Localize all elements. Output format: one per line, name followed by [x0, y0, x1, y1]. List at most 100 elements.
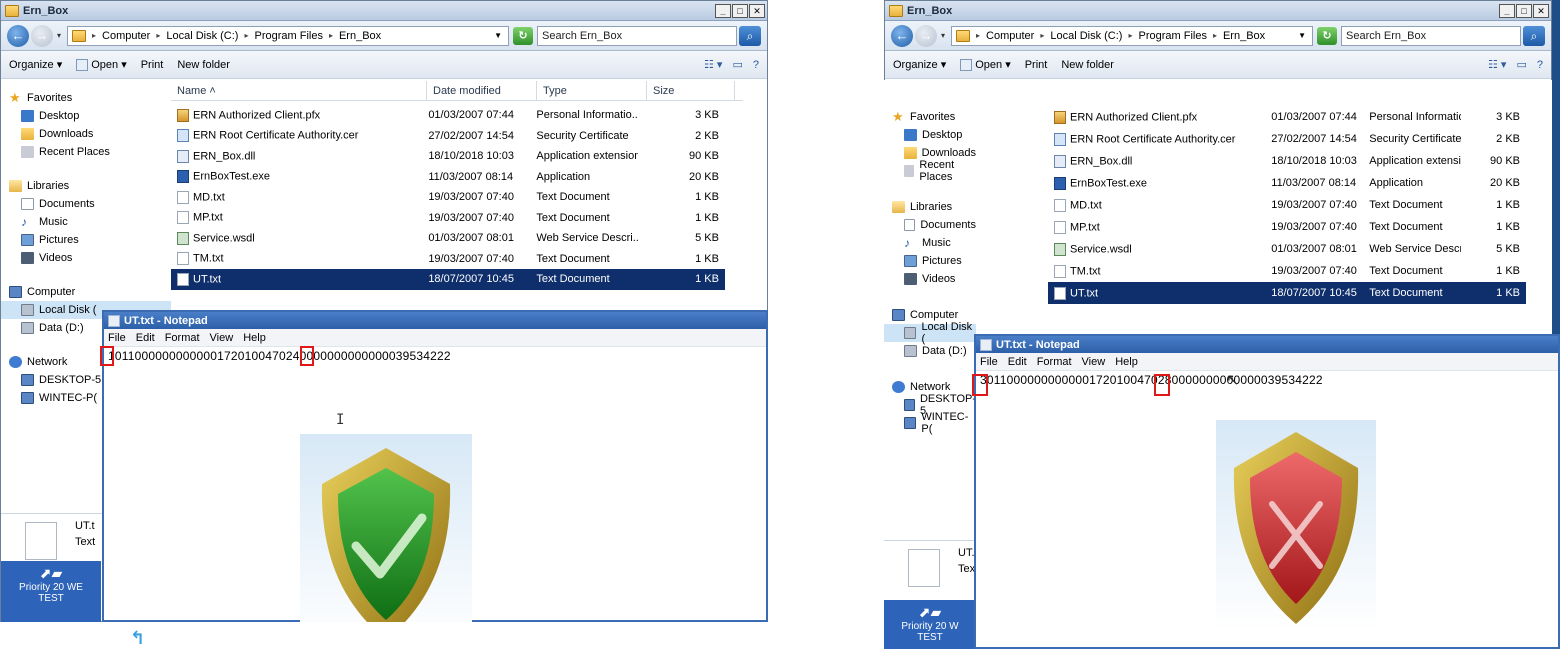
breadcrumb[interactable]: ▸ Computer ▸ Local Disk (C:) ▸ Program F… — [951, 25, 1313, 46]
search-input[interactable]: Search Ern_Box — [537, 25, 737, 46]
preview-pane-icon[interactable]: ▭ — [732, 58, 742, 71]
new-folder-button[interactable]: New folder — [177, 59, 230, 71]
file-row[interactable]: ErnBoxTest.exe 11/03/2007 08:14 Applicatio… — [1048, 172, 1526, 194]
file-row[interactable]: MD.txt 19/03/2007 07:40 Text Document 1 KB — [171, 187, 725, 208]
breadcrumb-local-disk[interactable]: Local Disk (C:) — [1050, 30, 1122, 42]
nav-downloads[interactable]: Downloads — [1, 125, 171, 143]
notepad-text-area[interactable]: 1011000000000000172010047024000000000000… — [104, 347, 766, 365]
nav-pictures[interactable]: Pictures — [884, 252, 976, 270]
column-date-modified[interactable]: Date modified — [427, 80, 537, 101]
search-icon[interactable]: ⌕ — [739, 25, 761, 46]
file-row[interactable]: MP.txt 19/03/2007 07:40 Text Document 1 KB — [1048, 216, 1526, 238]
nav-documents[interactable]: Documents — [1, 195, 171, 213]
back-button[interactable]: ← — [891, 24, 913, 47]
organize-button[interactable]: Organize ▾ — [893, 58, 946, 71]
notepad-text-area[interactable]: 3011000000000000172010047028000000000000… — [976, 371, 1558, 389]
search-input[interactable]: Search Ern_Box — [1341, 25, 1521, 46]
breadcrumb-ern-box[interactable]: Ern_Box — [1223, 30, 1265, 42]
open-button[interactable]: Open ▾ — [76, 58, 127, 72]
nav-recent-places[interactable]: Recent Places — [884, 159, 976, 183]
menu-view[interactable]: View — [210, 332, 234, 344]
nav-libraries[interactable]: Libraries — [1, 177, 171, 195]
preview-pane-icon[interactable]: ▭ — [1516, 58, 1526, 71]
menu-edit[interactable]: Edit — [136, 332, 155, 344]
menu-format[interactable]: Format — [1037, 356, 1072, 368]
maximize-button[interactable]: □ — [732, 3, 748, 18]
nav-music[interactable]: ♪ Music — [1, 213, 171, 231]
print-button[interactable]: Print — [1025, 59, 1048, 71]
file-row[interactable]: UT.txt 18/07/2007 10:45 Text Document 1 KB — [1048, 282, 1526, 304]
maximize-button[interactable]: □ — [1516, 3, 1532, 18]
help-icon[interactable]: ? — [753, 59, 759, 71]
file-row[interactable]: Service.wsdl 01/03/2007 08:01 Web Service … — [171, 228, 725, 249]
history-dropdown-icon[interactable]: ▾ — [941, 31, 945, 40]
nav-favorites[interactable]: ★ Favorites — [884, 108, 976, 126]
help-icon[interactable]: ? — [1537, 59, 1543, 71]
close-button[interactable]: ✕ — [749, 3, 765, 18]
taskbar-shortcut[interactable]: ⬈▰ Priority 20 WE TEST — [1, 561, 101, 622]
file-row[interactable]: TM.txt 19/03/2007 07:40 Text Document 1 KB — [1048, 260, 1526, 282]
refresh-button[interactable]: ↻ — [513, 26, 533, 45]
file-row[interactable]: UT.txt 18/07/2007 10:45 Text Document 1 KB — [171, 269, 725, 290]
breadcrumb[interactable]: ▸ Computer ▸ Local Disk (C:) ▸ Program F… — [67, 25, 509, 46]
minimize-button[interactable]: _ — [715, 3, 731, 18]
forward-button[interactable]: → — [31, 24, 53, 47]
breadcrumb-program-files[interactable]: Program Files — [254, 30, 322, 42]
view-options-icon[interactable]: ☷ ▾ — [1488, 58, 1506, 71]
file-row[interactable]: ERN Root Certificate Authority.cer 27/02/… — [171, 126, 725, 147]
menu-file[interactable]: File — [108, 332, 126, 344]
menu-edit[interactable]: Edit — [1008, 356, 1027, 368]
nav-libraries[interactable]: Libraries — [884, 198, 976, 216]
nav-videos[interactable]: Videos — [884, 270, 976, 288]
nav-data-drive[interactable]: Data (D:) — [884, 342, 976, 360]
open-button[interactable]: Open ▾ — [960, 58, 1011, 72]
file-row[interactable]: Service.wsdl 01/03/2007 08:01 Web Service … — [1048, 238, 1526, 260]
menu-file[interactable]: File — [980, 356, 998, 368]
breadcrumb-program-files[interactable]: Program Files — [1138, 30, 1206, 42]
file-row[interactable]: MD.txt 19/03/2007 07:40 Text Document 1 KB — [1048, 194, 1526, 216]
menu-format[interactable]: Format — [165, 332, 200, 344]
nav-pictures[interactable]: Pictures — [1, 231, 171, 249]
menu-help[interactable]: Help — [243, 332, 266, 344]
forward-button[interactable]: → — [915, 24, 937, 47]
nav-favorites[interactable]: ★ Favorites — [1, 89, 171, 107]
search-icon[interactable]: ⌕ — [1523, 25, 1545, 46]
menu-help[interactable]: Help — [1115, 356, 1138, 368]
file-row[interactable]: ERN Authorized Client.pfx 01/03/2007 07:4… — [1048, 106, 1526, 128]
file-row[interactable]: ERN_Box.dll 18/10/2018 10:03 Application e… — [1048, 150, 1526, 172]
nav-wintec[interactable]: WINTEC-P( — [884, 411, 976, 435]
print-button[interactable]: Print — [141, 59, 164, 71]
column-type[interactable]: Type — [537, 80, 647, 101]
breadcrumb-computer[interactable]: Computer — [986, 30, 1034, 42]
view-options-icon[interactable]: ☷ ▾ — [704, 58, 722, 71]
address-dropdown-icon[interactable]: ▼ — [1298, 31, 1306, 40]
menu-view[interactable]: View — [1082, 356, 1106, 368]
history-dropdown-icon[interactable]: ▾ — [57, 31, 61, 40]
file-row[interactable]: ERN Root Certificate Authority.cer 27/02/… — [1048, 128, 1526, 150]
minimize-button[interactable]: _ — [1499, 3, 1515, 18]
breadcrumb-computer[interactable]: Computer — [102, 30, 150, 42]
column-name[interactable]: Name ˄ — [171, 80, 427, 101]
file-row[interactable]: ERN_Box.dll 18/10/2018 10:03 Application e… — [171, 146, 725, 167]
nav-desktop[interactable]: Desktop — [1, 107, 171, 125]
new-folder-button[interactable]: New folder — [1061, 59, 1114, 71]
nav-documents[interactable]: Documents — [884, 216, 976, 234]
taskbar-shortcut[interactable]: ⬈▰ Priority 20 W TEST — [884, 600, 976, 649]
address-dropdown-icon[interactable]: ▼ — [494, 31, 502, 40]
breadcrumb-local-disk[interactable]: Local Disk (C:) — [166, 30, 238, 42]
nav-music[interactable]: ♪ Music — [884, 234, 976, 252]
breadcrumb-ern-box[interactable]: Ern_Box — [339, 30, 381, 42]
refresh-button[interactable]: ↻ — [1317, 26, 1337, 45]
file-row[interactable]: ERN Authorized Client.pfx 01/03/2007 07:4… — [171, 105, 725, 126]
close-button[interactable]: ✕ — [1533, 3, 1549, 18]
nav-videos[interactable]: Videos — [1, 249, 171, 267]
nav-recent-places[interactable]: Recent Places — [1, 143, 171, 161]
column-size[interactable]: Size — [647, 80, 735, 101]
organize-button[interactable]: Organize ▾ — [9, 58, 62, 71]
back-button[interactable]: ← — [7, 24, 29, 47]
nav-desktop[interactable]: Desktop — [884, 126, 976, 144]
file-row[interactable]: MP.txt 19/03/2007 07:40 Text Document 1 KB — [171, 208, 725, 229]
nav-local-disk[interactable]: Local Disk ( — [884, 321, 976, 345]
file-row[interactable]: ErnBoxTest.exe 11/03/2007 08:14 Applicatio… — [171, 167, 725, 188]
nav-computer[interactable]: Computer — [1, 283, 171, 301]
